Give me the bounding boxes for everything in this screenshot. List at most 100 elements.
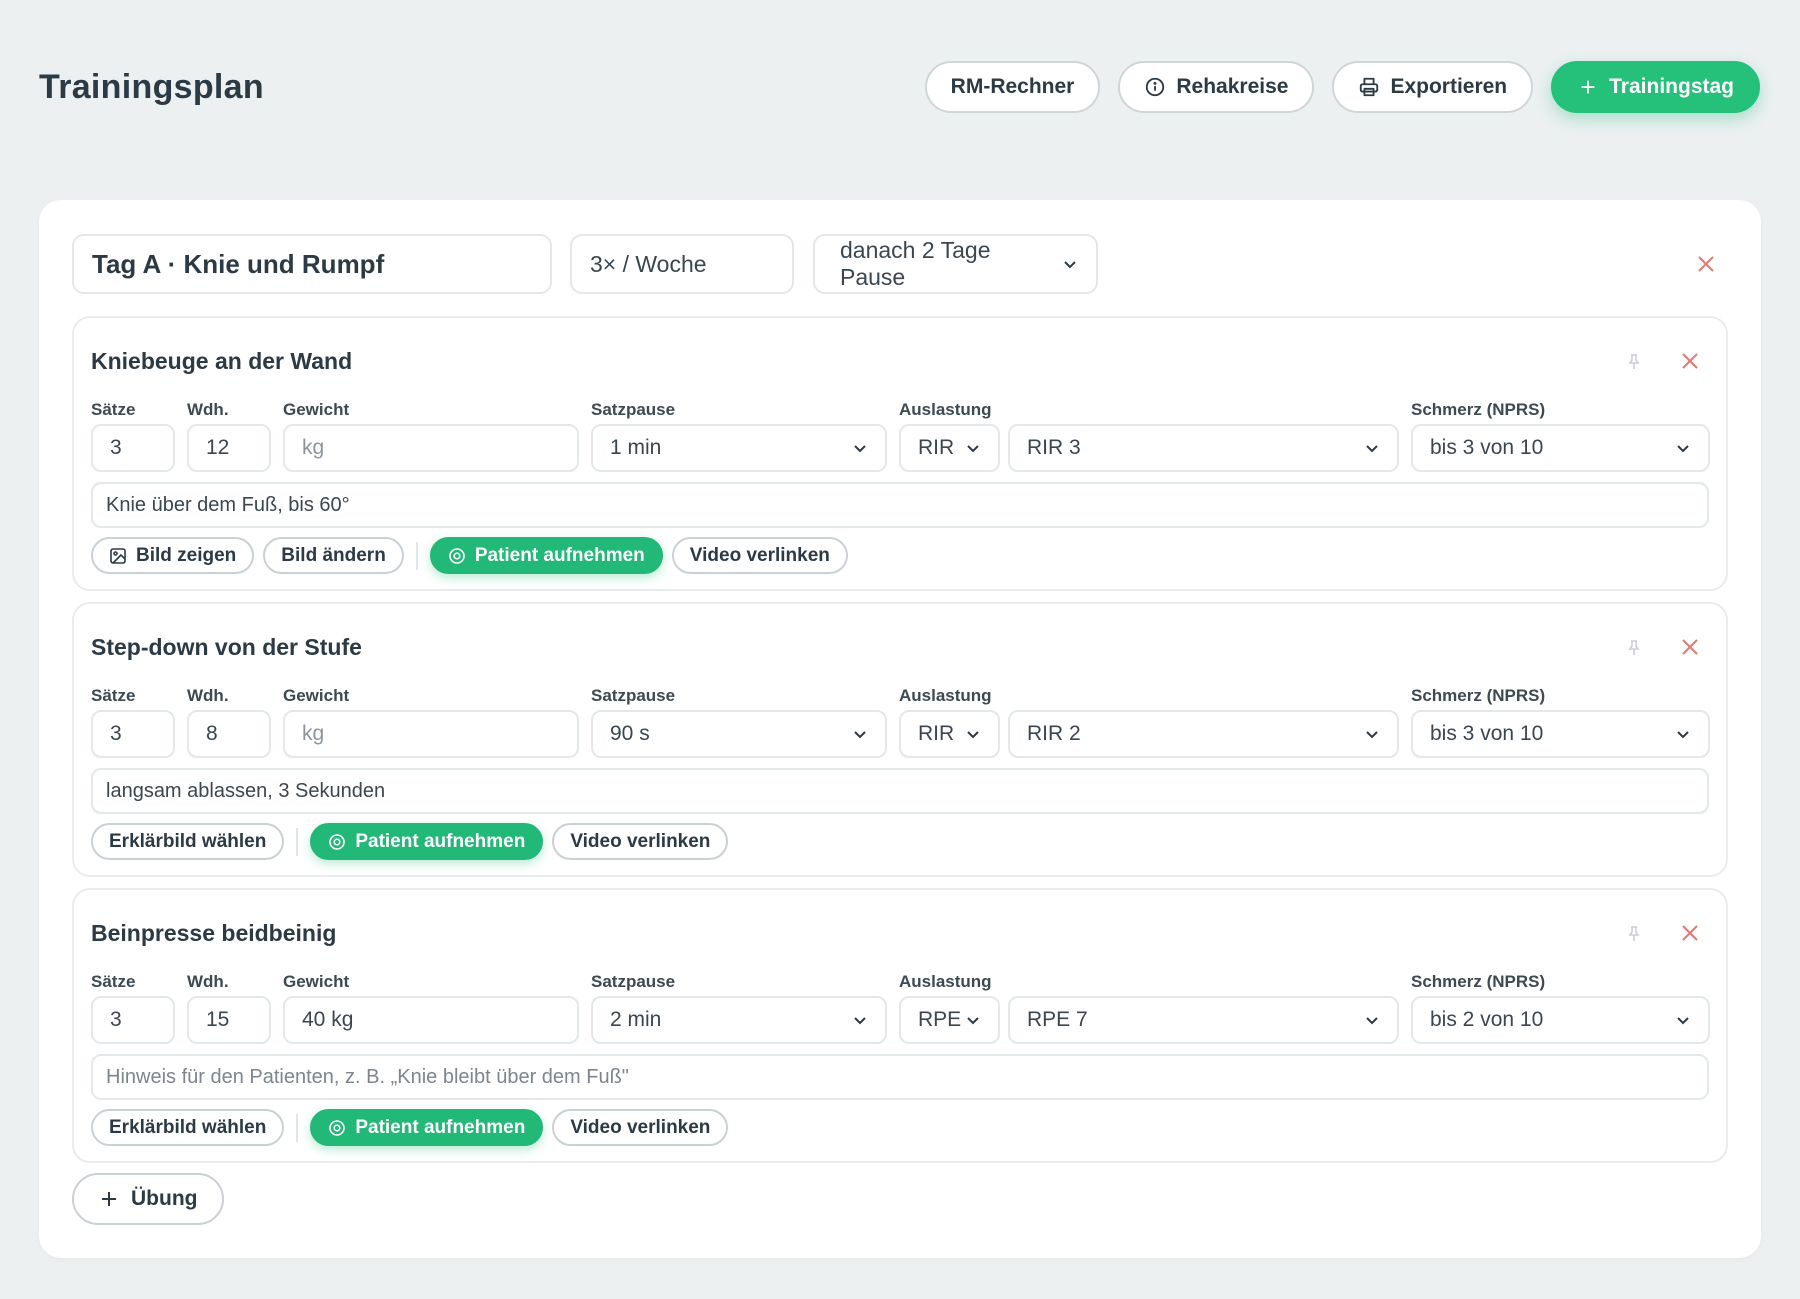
- chevron-down-icon: [1366, 445, 1378, 453]
- link-video-button[interactable]: Video verlinken: [552, 823, 729, 860]
- sets-input[interactable]: 3: [91, 996, 175, 1044]
- sets-label: Sätze: [91, 686, 136, 705]
- weight-input[interactable]: kg: [283, 424, 579, 472]
- link-video-label: Video verlinken: [689, 544, 830, 566]
- load-type-value: RPE: [918, 1008, 962, 1031]
- load-type-select[interactable]: RIR: [899, 424, 1000, 472]
- rest-select[interactable]: 90 s: [591, 710, 887, 758]
- pain-label: Schmerz (NPRS): [1411, 400, 1546, 419]
- info-icon: [1146, 77, 1165, 97]
- chevron-down-icon: [1064, 261, 1076, 269]
- record-patient-button[interactable]: Patient aufnehmen: [310, 823, 544, 860]
- reps-label: Wdh.: [187, 686, 229, 705]
- sets-label: Sätze: [91, 972, 136, 991]
- reps-value: 8: [206, 722, 218, 745]
- rehakreise-button[interactable]: Rehakreise: [1118, 61, 1315, 113]
- pain-label: Schmerz (NPRS): [1411, 686, 1546, 705]
- close-icon[interactable]: [1679, 922, 1701, 944]
- pain-select[interactable]: bis 2 von 10: [1411, 996, 1710, 1044]
- reps-input[interactable]: 8: [187, 710, 271, 758]
- record-patient-label: Patient aufnehmen: [355, 830, 526, 852]
- note-input[interactable]: Hinweis für den Patienten, z. B. „Knie b…: [91, 1054, 1709, 1100]
- pin-icon[interactable]: [1624, 638, 1644, 658]
- sets-input[interactable]: 3: [91, 710, 175, 758]
- frequency-value: 3× / Woche: [590, 250, 707, 277]
- pain-select[interactable]: bis 3 von 10: [1411, 710, 1710, 758]
- chevron-down-icon: [967, 445, 979, 453]
- add-training-day-label: Trainingstag: [1609, 75, 1734, 98]
- export-button[interactable]: Exportieren: [1332, 61, 1534, 113]
- reps-input[interactable]: 12: [187, 424, 271, 472]
- load-value-select[interactable]: RIR 2: [1008, 710, 1399, 758]
- load-value-select[interactable]: RPE 7: [1008, 996, 1399, 1044]
- rest-value: 1 min: [610, 436, 662, 459]
- exercise-title: Step-down von der Stufe: [91, 634, 362, 660]
- load-label: Auslastung: [899, 686, 992, 705]
- rm-calculator-button[interactable]: RM-Rechner: [924, 61, 1101, 113]
- note-input[interactable]: Knie über dem Fuß, bis 60°: [91, 482, 1709, 528]
- close-icon[interactable]: [1694, 252, 1718, 276]
- day-header: Tag A · Knie und Rumpf 3× / Woche danach…: [72, 234, 1728, 294]
- load-type-select[interactable]: RPE: [899, 996, 1000, 1044]
- frequency-input[interactable]: 3× / Woche: [570, 234, 794, 294]
- weight-label: Gewicht: [283, 400, 350, 419]
- day-name-input[interactable]: Tag A · Knie und Rumpf: [72, 234, 552, 294]
- sets-label: Sätze: [91, 400, 136, 419]
- pin-icon[interactable]: [1624, 924, 1644, 944]
- exercise-actions: Bild zeigen Bild ändern Patient aufnehme…: [91, 537, 848, 574]
- rest-select[interactable]: 1 min: [591, 424, 887, 472]
- exercise-actions: Erklärbild wählen Patient aufnehmen Vide…: [91, 1109, 729, 1146]
- sets-value: 3: [110, 1008, 122, 1031]
- rest-label: Satzpause: [591, 400, 676, 419]
- change-image-button[interactable]: Bild ändern: [263, 537, 404, 574]
- record-patient-button[interactable]: Patient aufnehmen: [310, 1109, 544, 1146]
- sets-input[interactable]: 3: [91, 424, 175, 472]
- weight-input[interactable]: 40 kg: [283, 996, 579, 1044]
- reps-input[interactable]: 15: [187, 996, 271, 1044]
- reps-value: 15: [206, 1008, 230, 1031]
- record-patient-label: Patient aufnehmen: [474, 544, 645, 566]
- link-video-button[interactable]: Video verlinken: [671, 537, 848, 574]
- pin-icon[interactable]: [1624, 352, 1644, 372]
- load-type-select[interactable]: RIR: [899, 710, 1000, 758]
- rest-value: 2 min: [610, 1008, 662, 1031]
- pain-select[interactable]: bis 3 von 10: [1411, 424, 1710, 472]
- choose-image-button[interactable]: Erklärbild wählen: [91, 1109, 285, 1146]
- chevron-down-icon: [967, 731, 979, 739]
- rm-calculator-label: RM-Rechner: [950, 75, 1075, 98]
- chevron-down-icon: [1366, 731, 1378, 739]
- add-exercise-button[interactable]: Übung: [72, 1173, 225, 1225]
- change-image-label: Bild ändern: [281, 544, 386, 566]
- pause-select[interactable]: danach 2 Tage Pause: [813, 234, 1098, 294]
- plus-icon: [1581, 80, 1595, 94]
- close-icon[interactable]: [1679, 636, 1701, 658]
- rest-value: 90 s: [610, 722, 650, 745]
- weight-input[interactable]: kg: [283, 710, 579, 758]
- weight-placeholder: kg: [302, 722, 325, 745]
- record-patient-button[interactable]: Patient aufnehmen: [429, 537, 663, 574]
- divider: [415, 541, 418, 570]
- choose-image-button[interactable]: Erklärbild wählen: [91, 823, 285, 860]
- rest-select[interactable]: 2 min: [591, 996, 887, 1044]
- link-video-label: Video verlinken: [570, 1116, 711, 1138]
- show-image-label: Bild zeigen: [136, 544, 237, 566]
- link-video-button[interactable]: Video verlinken: [552, 1109, 729, 1146]
- close-icon[interactable]: [1679, 350, 1701, 372]
- note-placeholder: Hinweis für den Patienten, z. B. „Knie b…: [106, 1065, 629, 1088]
- load-type-value: RIR: [918, 722, 955, 745]
- note-value: Knie über dem Fuß, bis 60°: [106, 493, 350, 516]
- pain-label: Schmerz (NPRS): [1411, 972, 1546, 991]
- training-day-card: Tag A · Knie und Rumpf 3× / Woche danach…: [39, 200, 1761, 1258]
- record-icon: [329, 1119, 346, 1136]
- load-value: RIR 3: [1027, 436, 1081, 459]
- add-training-day-button[interactable]: Trainingstag: [1551, 61, 1760, 113]
- divider: [296, 827, 299, 856]
- chevron-down-icon: [854, 731, 866, 739]
- note-input[interactable]: langsam ablassen, 3 Sekunden: [91, 768, 1709, 814]
- note-value: langsam ablassen, 3 Sekunden: [106, 779, 386, 802]
- chevron-down-icon: [967, 1017, 979, 1025]
- show-image-button[interactable]: Bild zeigen: [91, 537, 255, 574]
- day-name-value: Tag A · Knie und Rumpf: [92, 248, 385, 279]
- load-value-select[interactable]: RIR 3: [1008, 424, 1399, 472]
- rest-label: Satzpause: [591, 972, 676, 991]
